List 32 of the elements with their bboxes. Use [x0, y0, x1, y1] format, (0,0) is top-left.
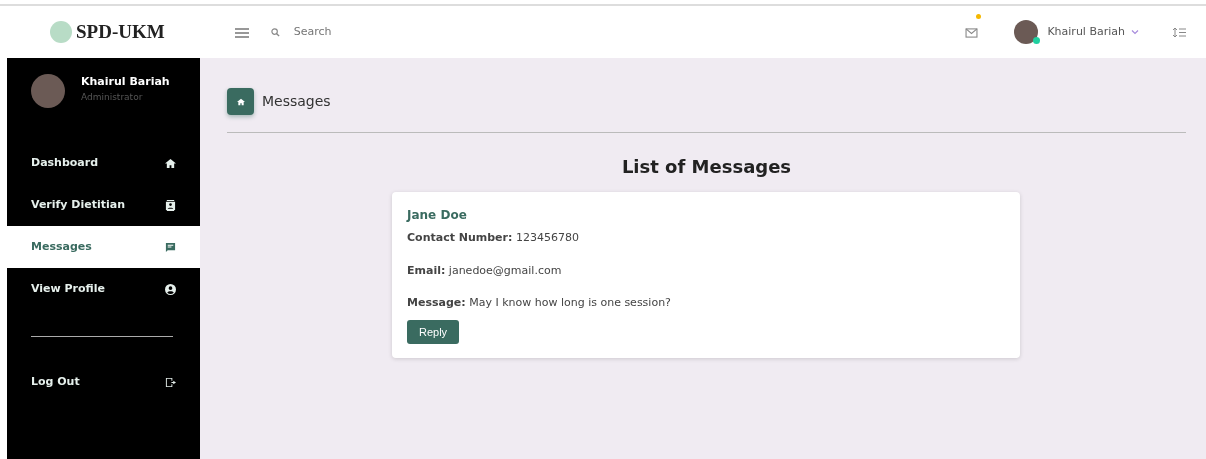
sort-list-icon	[1173, 27, 1186, 38]
user-menu-button[interactable]: Khairul Bariah	[1047, 23, 1139, 41]
chat-icon	[165, 241, 176, 253]
avatar-icon	[1014, 20, 1039, 44]
home-icon	[236, 97, 245, 106]
sender-name: Jane Doe	[407, 207, 468, 224]
sidebar-item[interactable]: Log Out	[7, 361, 200, 403]
home-button[interactable]	[227, 88, 254, 115]
home-icon	[165, 157, 176, 169]
mail-icon	[965, 27, 979, 38]
user-icon	[165, 283, 176, 295]
message-field: Email: janedoe@gmail.com	[407, 262, 1005, 279]
menu-icon	[234, 27, 249, 38]
contact-card-icon	[165, 199, 176, 211]
message-field: Contact Number: 123456780	[407, 230, 1005, 247]
breadcrumb-title: Messages	[262, 92, 331, 111]
profile-name: Khairul Bariah	[81, 74, 170, 90]
sidebar-item[interactable]: View Profile	[7, 268, 200, 310]
logo-icon	[50, 21, 72, 43]
reply-button[interactable]: Reply	[407, 319, 460, 344]
profile-avatar	[31, 74, 65, 108]
sidebar-item[interactable]: Dashboard	[7, 142, 200, 184]
caret-icon	[1131, 29, 1139, 35]
sidebar-item[interactable]: Verify Dietitian	[7, 184, 200, 226]
logout-icon	[165, 376, 176, 388]
message-field: Message: May I know how long is one session?	[407, 295, 1005, 312]
sidebar-item[interactable]: Messages	[7, 226, 200, 268]
profile-role: Administrator	[81, 90, 144, 104]
search-icon	[270, 27, 280, 37]
brand-name: SPD-UKM	[76, 19, 165, 44]
search-field[interactable]: Search	[291, 22, 412, 42]
page-heading: List of Messages	[620, 155, 793, 179]
